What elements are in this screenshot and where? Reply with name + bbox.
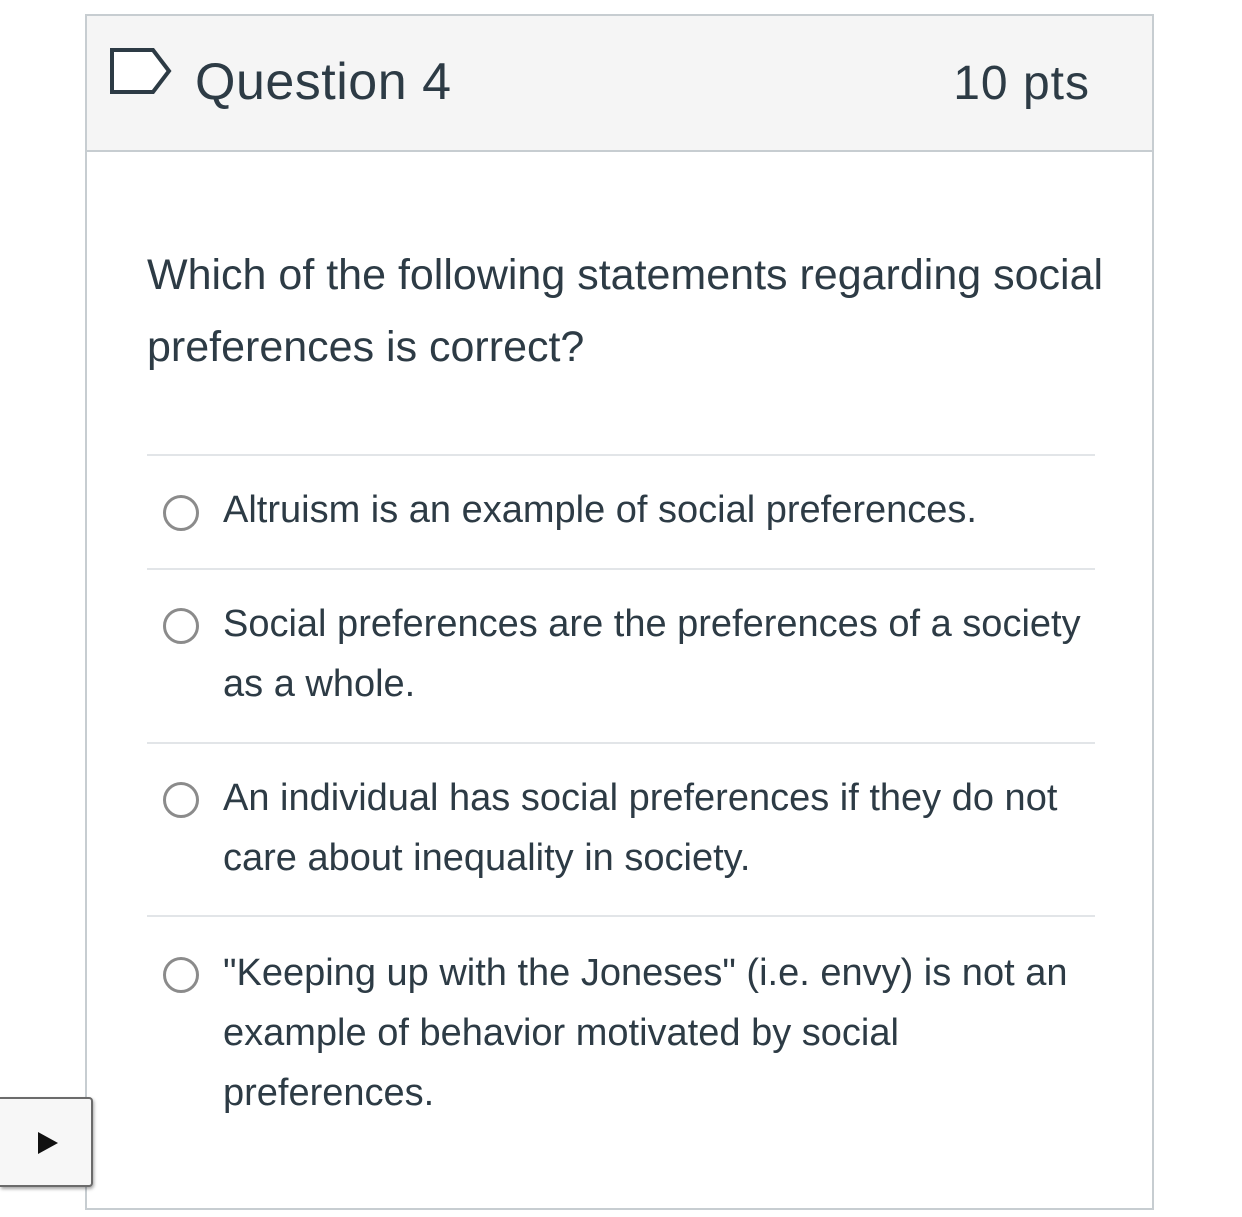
answer-option[interactable]: An individual has social preferences if …	[147, 742, 1095, 915]
answer-option[interactable]: "Keeping up with the Joneses" (i.e. envy…	[147, 915, 1095, 1195]
answer-label[interactable]: Altruism is an example of social prefere…	[223, 480, 1083, 540]
answer-option[interactable]: Altruism is an example of social prefere…	[147, 454, 1095, 568]
radio-button[interactable]	[163, 957, 199, 993]
flag-icon[interactable]	[109, 47, 173, 95]
radio-button[interactable]	[163, 608, 199, 644]
answer-list: Altruism is an example of social prefere…	[147, 454, 1095, 1195]
answer-label[interactable]: "Keeping up with the Joneses" (i.e. envy…	[223, 943, 1083, 1123]
play-button[interactable]	[0, 1097, 93, 1187]
answer-option[interactable]: Social preferences are the preferences o…	[147, 568, 1095, 742]
answer-label[interactable]: Social preferences are the preferences o…	[223, 594, 1083, 714]
play-icon	[38, 1132, 58, 1154]
question-title: Question 4	[195, 53, 452, 111]
question-header: Question 4 10 pts	[87, 16, 1152, 152]
radio-button[interactable]	[163, 495, 199, 531]
question-text: Which of the following statements regard…	[147, 251, 1104, 371]
radio-button[interactable]	[163, 782, 199, 818]
answer-label[interactable]: An individual has social preferences if …	[223, 768, 1083, 888]
question-points: 10 pts	[953, 57, 1090, 110]
